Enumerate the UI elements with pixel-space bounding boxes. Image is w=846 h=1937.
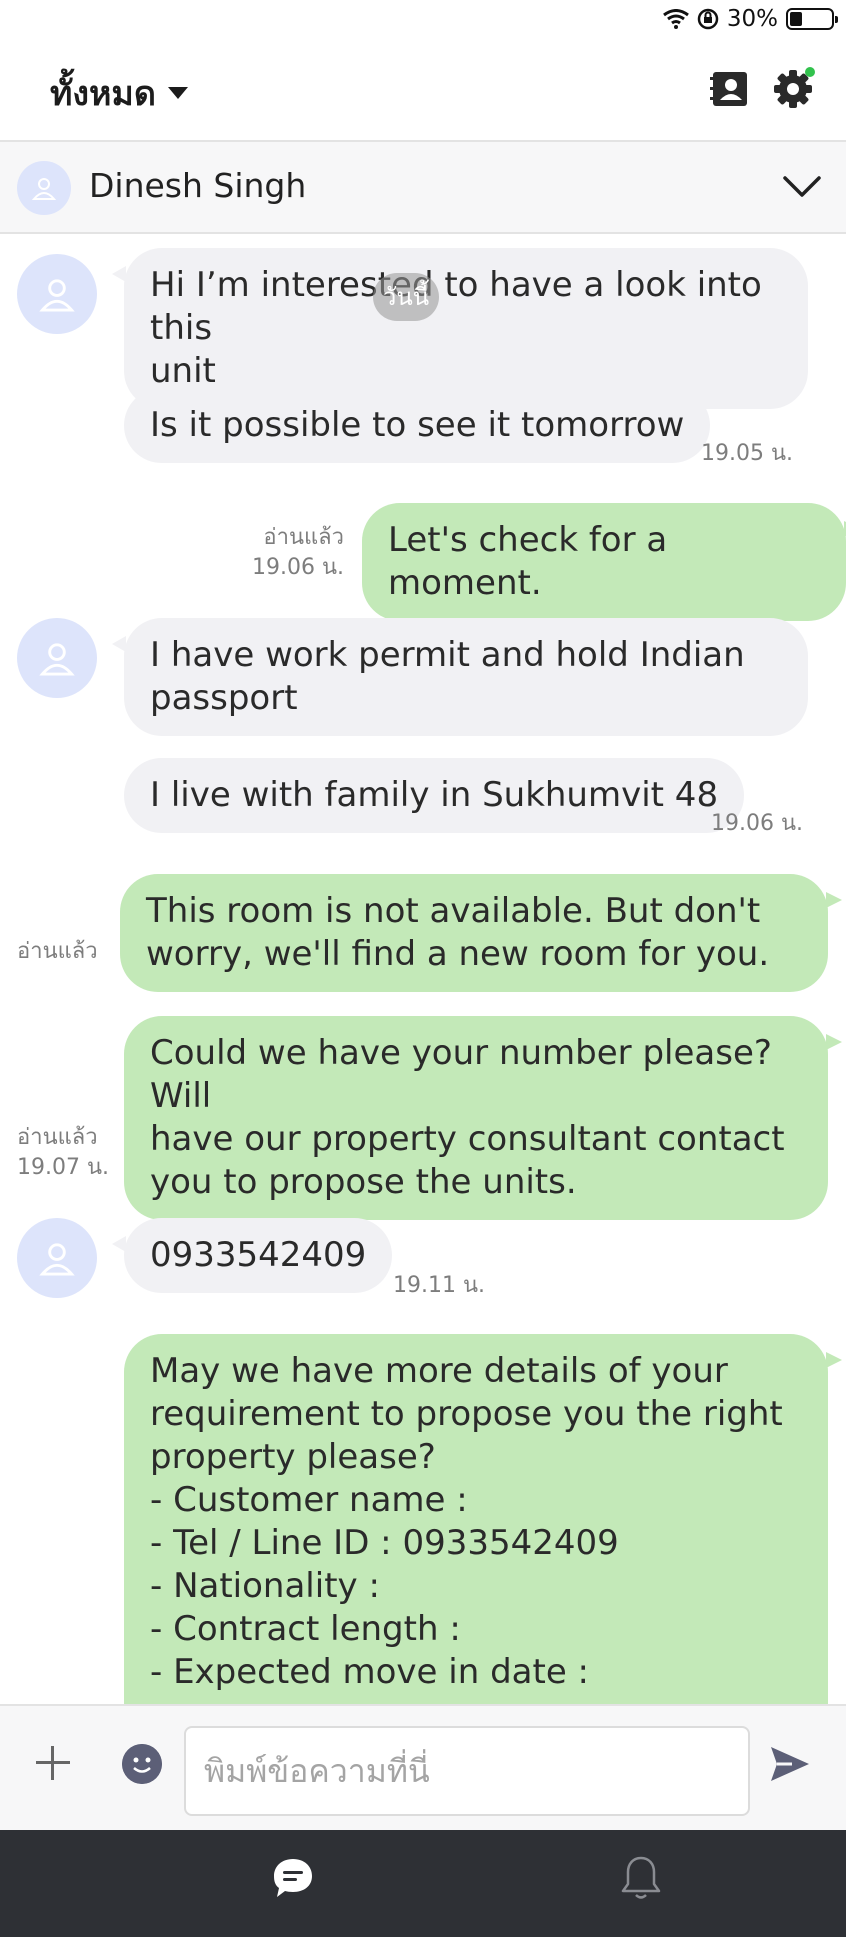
outgoing-message[interactable]: Let's check for a moment.	[362, 503, 846, 621]
chat-icon[interactable]	[271, 1856, 315, 1900]
chevron-down-icon[interactable]	[782, 170, 822, 202]
orientation-lock-icon	[697, 8, 719, 30]
message-timestamp: 19.06 น.	[251, 555, 344, 580]
chat-partner-bar[interactable]: Dinesh Singh	[0, 142, 846, 234]
message-timestamp: 19.07 น.	[17, 1155, 110, 1180]
plus-icon[interactable]	[34, 1744, 72, 1782]
battery-percentage: 30%	[726, 6, 778, 32]
filter-label: ทั้งหมด	[50, 74, 156, 114]
sender-avatar	[17, 618, 97, 698]
message-timestamp: 19.11 น.	[393, 1273, 486, 1298]
bell-icon[interactable]	[620, 1854, 662, 1902]
message-timestamp: 19.06 น.	[711, 811, 804, 836]
chat-filter-dropdown[interactable]: ทั้งหมด	[50, 66, 188, 120]
user-avatar-icon	[39, 279, 75, 312]
top-header: ทั้งหมด	[0, 40, 846, 142]
bottom-nav	[0, 1830, 846, 1937]
date-divider-chip: วันนี้	[373, 273, 439, 321]
outgoing-message[interactable]: This room is not available. But don't wo…	[120, 874, 842, 992]
incoming-message[interactable]: Is it possible to see it tomorrow	[124, 388, 711, 463]
user-avatar-icon	[31, 178, 57, 200]
notification-dot	[805, 67, 815, 77]
wifi-icon	[662, 9, 689, 29]
contacts-icon[interactable]	[707, 66, 753, 112]
settings-icon[interactable]	[770, 66, 816, 112]
read-receipt: อ่านแล้ว	[17, 1125, 98, 1150]
incoming-message[interactable]: I live with family in Sukhumvit 48	[124, 758, 745, 833]
message-composer	[0, 1704, 846, 1830]
battery-level	[790, 12, 802, 26]
status-bar: 30%	[0, 0, 846, 40]
user-avatar-icon	[39, 1243, 75, 1276]
sender-avatar	[17, 254, 97, 334]
message-timestamp: 19.05 น.	[701, 441, 794, 466]
send-icon[interactable]	[768, 1742, 812, 1786]
incoming-message[interactable]: Hi I’m interested to have a look into th…	[112, 248, 808, 409]
message-list[interactable]: Hi I’m interested to have a look into th…	[0, 236, 846, 1704]
dropdown-caret-icon	[167, 87, 188, 99]
outgoing-message[interactable]: May we have more details of your require…	[124, 1334, 842, 1704]
sender-avatar	[17, 1218, 97, 1298]
partner-avatar	[17, 161, 71, 215]
outgoing-message[interactable]: Could we have your number please? Will h…	[124, 1016, 842, 1220]
incoming-message[interactable]: 0933542409	[111, 1218, 393, 1293]
read-receipt: อ่านแล้ว	[263, 525, 344, 550]
read-receipt: อ่านแล้ว	[17, 939, 98, 964]
battery-icon	[786, 8, 838, 30]
partner-name: Dinesh Singh	[89, 166, 307, 205]
message-input[interactable]	[184, 1726, 750, 1816]
emoji-icon[interactable]	[122, 1744, 162, 1784]
status-indicators: 30%	[662, 4, 838, 34]
user-avatar-icon	[39, 643, 75, 676]
incoming-message[interactable]: I have work permit and hold Indian passp…	[112, 618, 808, 736]
